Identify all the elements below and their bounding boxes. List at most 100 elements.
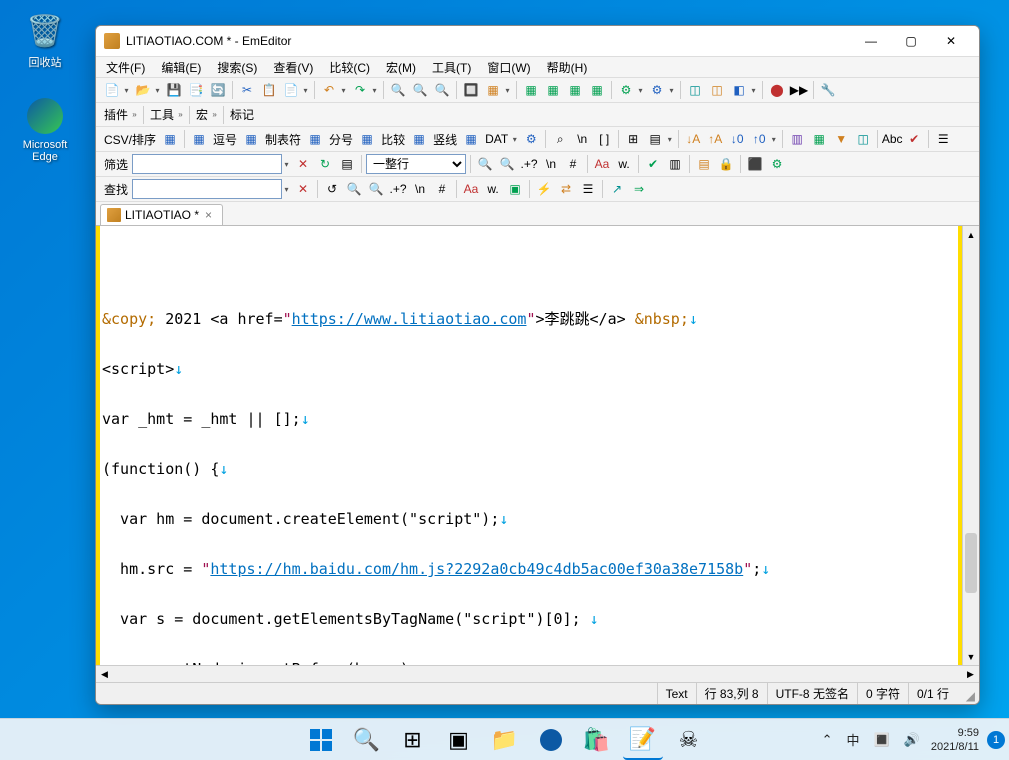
find-next-icon[interactable]: 🔍: [344, 179, 364, 199]
menu-macro[interactable]: 宏(M): [384, 57, 418, 78]
filter-icon[interactable]: ▦: [483, 80, 503, 100]
scroll-up-icon[interactable]: ▲: [963, 226, 979, 243]
vertical-scrollbar[interactable]: ▲ ▼: [962, 226, 979, 665]
nav-icon[interactable]: ↺: [322, 179, 342, 199]
grid-icon[interactable]: ▦: [160, 129, 180, 149]
compare-icon[interactable]: ◫: [707, 80, 727, 100]
save-icon[interactable]: 💾: [164, 80, 184, 100]
menu-compare[interactable]: 比较(C): [327, 57, 372, 78]
close-button[interactable]: ✕: [931, 27, 971, 55]
document-tab[interactable]: LITIAOTIAO * ×: [100, 204, 223, 225]
dropdown-icon[interactable]: ▾: [510, 135, 519, 144]
chevron-right-icon[interactable]: »: [176, 110, 185, 119]
newline-icon[interactable]: \n: [572, 129, 592, 149]
split-icon[interactable]: ◫: [685, 80, 705, 100]
chevron-right-icon[interactable]: »: [130, 110, 139, 119]
wrap-char-icon[interactable]: ▦: [543, 80, 563, 100]
paste-icon[interactable]: 📄: [281, 80, 301, 100]
spell-icon[interactable]: Abc: [882, 129, 902, 149]
ruler-icon[interactable]: ⊞: [623, 129, 643, 149]
tab-label[interactable]: 制表符: [263, 131, 303, 148]
split-icon[interactable]: ◫: [853, 129, 873, 149]
redo-icon[interactable]: ↷: [350, 80, 370, 100]
customize-icon[interactable]: 🔧: [818, 80, 838, 100]
scroll-right-icon[interactable]: ▶: [962, 666, 979, 682]
dropdown-icon[interactable]: ▾: [636, 86, 645, 95]
menu-view[interactable]: 查看(V): [271, 57, 315, 78]
dropdown-icon[interactable]: ▾: [370, 86, 379, 95]
dropdown-icon[interactable]: ▾: [769, 135, 778, 144]
comma-label[interactable]: 逗号: [211, 131, 239, 148]
recycle-bin-desktop-icon[interactable]: 🗑️ 回收站: [10, 10, 80, 70]
tab-close-icon[interactable]: ×: [203, 208, 214, 222]
extract-icon[interactable]: 🔍: [432, 80, 452, 100]
grid-icon[interactable]: ▦: [357, 129, 377, 149]
find-doc-icon[interactable]: ↗: [607, 179, 627, 199]
case-icon[interactable]: Aa: [461, 179, 481, 199]
play-icon[interactable]: ▶▶: [789, 80, 809, 100]
status-encoding[interactable]: UTF-8 无签名: [767, 683, 857, 704]
column-select[interactable]: 一整行: [366, 154, 466, 174]
maximize-button[interactable]: ▢: [891, 27, 931, 55]
grid-icon[interactable]: ▦: [189, 129, 209, 149]
grid-icon[interactable]: ▦: [241, 129, 261, 149]
scroll-thumb[interactable]: [965, 533, 977, 593]
column-icon[interactable]: ▥: [787, 129, 807, 149]
clock[interactable]: 9:59 2021/8/11: [931, 726, 979, 754]
reload-icon[interactable]: 🔄: [208, 80, 228, 100]
editor-content[interactable]: &copy; 2021 <a href="https://www.litiaot…: [96, 226, 962, 665]
dropdown-icon[interactable]: ▾: [339, 86, 348, 95]
new-file-icon[interactable]: 📄: [102, 80, 122, 100]
dropdown-icon[interactable]: ▾: [503, 86, 512, 95]
file-explorer-icon[interactable]: 📁: [485, 720, 525, 760]
search-icon[interactable]: 🔍: [475, 154, 495, 174]
scroll-left-icon[interactable]: ◀: [96, 666, 113, 682]
edge-taskbar-icon[interactable]: [531, 720, 571, 760]
copy-icon[interactable]: 📋: [259, 80, 279, 100]
horizontal-scrollbar[interactable]: ◀ ▶: [96, 665, 979, 682]
replace-icon[interactable]: 🔍: [410, 80, 430, 100]
tools-icon[interactable]: ⚙: [521, 129, 541, 149]
bracket-icon[interactable]: [ ]: [594, 129, 614, 149]
status-filetype[interactable]: Text: [657, 683, 696, 704]
replace-icon[interactable]: ⇄: [556, 179, 576, 199]
search-icon[interactable]: 🔍: [497, 154, 517, 174]
menu-file[interactable]: 文件(F): [104, 57, 147, 78]
dropdown-icon[interactable]: ▾: [153, 86, 162, 95]
header-icon[interactable]: ▤: [645, 129, 665, 149]
sort-asc-icon[interactable]: ↓0: [727, 129, 747, 149]
undo-icon[interactable]: ↶: [319, 80, 339, 100]
resize-grip-icon[interactable]: ◢: [957, 685, 975, 703]
volume-icon[interactable]: 🔊: [901, 732, 923, 748]
widgets-icon[interactable]: ▣: [439, 720, 479, 760]
wrap-page-icon[interactable]: ▦: [587, 80, 607, 100]
menu-tools[interactable]: 工具(T): [430, 57, 473, 78]
incremental-icon[interactable]: ▣: [505, 179, 525, 199]
dat-label[interactable]: DAT: [483, 132, 510, 146]
emeditor-taskbar-icon[interactable]: 📝: [623, 720, 663, 760]
escape-icon[interactable]: \n: [541, 154, 561, 174]
semicolon-label[interactable]: 分号: [327, 131, 355, 148]
toolbar-icon[interactable]: ▦: [809, 129, 829, 149]
dropdown-icon[interactable]: ▾: [665, 135, 674, 144]
find-input[interactable]: [132, 179, 282, 199]
menu-edit[interactable]: 编辑(E): [159, 57, 203, 78]
extract-icon[interactable]: ▤: [694, 154, 714, 174]
wrap-window-icon[interactable]: ▦: [565, 80, 585, 100]
dropdown-icon[interactable]: ▾: [301, 86, 310, 95]
count-icon[interactable]: ⚡: [534, 179, 554, 199]
sort-za-icon[interactable]: ↑A: [705, 129, 725, 149]
dropdown-icon[interactable]: ▾: [122, 86, 131, 95]
dropdown-icon[interactable]: ▾: [749, 86, 758, 95]
notification-badge[interactable]: 1: [987, 731, 1005, 749]
cut-icon[interactable]: ✂: [237, 80, 257, 100]
grid-icon[interactable]: ▦: [461, 129, 481, 149]
tools-icon[interactable]: ⌕: [550, 129, 570, 149]
dropdown-icon[interactable]: ▾: [667, 86, 676, 95]
find-prev-icon[interactable]: 🔍: [366, 179, 386, 199]
findall-icon[interactable]: ☰: [578, 179, 598, 199]
close-filter-icon[interactable]: ✕: [293, 154, 313, 174]
abort-icon[interactable]: ⬛: [745, 154, 765, 174]
bookmark-icon[interactable]: ✔: [643, 154, 663, 174]
lock-icon[interactable]: 🔒: [716, 154, 736, 174]
